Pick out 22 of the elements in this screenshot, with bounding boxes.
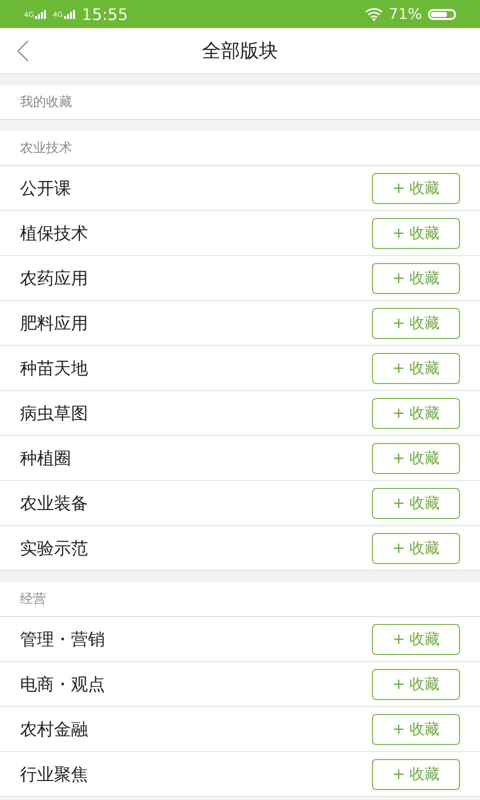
- status-time: 15:55: [82, 4, 128, 24]
- forum-name[interactable]: 电商・观点: [20, 672, 105, 696]
- forum-name[interactable]: 行业聚焦: [20, 762, 88, 786]
- section-title: 经营: [20, 591, 46, 608]
- battery-icon: [428, 8, 456, 20]
- forum-name[interactable]: 农药应用: [20, 266, 88, 290]
- page-title: 全部版块: [202, 38, 278, 64]
- forum-name[interactable]: 管理・营销: [20, 628, 105, 650]
- section-title: 农业技术: [20, 140, 72, 157]
- forum-name[interactable]: 病虫草图: [20, 402, 88, 424]
- forum-name[interactable]: 种植圈: [20, 446, 71, 470]
- forum-name[interactable]: 肥料应用: [20, 312, 88, 334]
- battery-percent: 71%: [388, 5, 422, 23]
- forum-name[interactable]: 实验示范: [20, 536, 88, 560]
- forum-name[interactable]: 农村金融: [20, 718, 88, 740]
- forum-name[interactable]: 植保技术: [20, 222, 88, 244]
- wifi-icon: [364, 7, 383, 21]
- forum-name[interactable]: 种苗天地: [20, 356, 88, 380]
- forum-name[interactable]: 农业装备: [20, 492, 88, 514]
- back-icon[interactable]: [16, 40, 30, 62]
- forum-name[interactable]: 公开课: [20, 176, 71, 200]
- section-title: 我的收藏: [20, 94, 72, 111]
